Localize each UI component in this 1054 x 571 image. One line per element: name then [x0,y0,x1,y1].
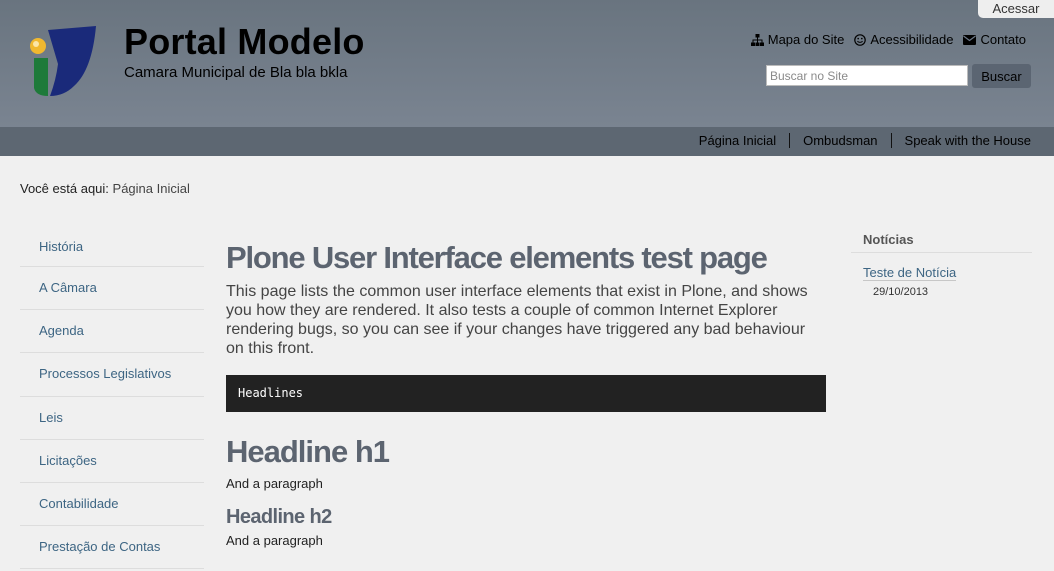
leftnav-item-licitacoes[interactable]: Licitações [20,440,204,483]
sitemap-icon [750,33,764,46]
headline-h2: Headline h2 [226,506,332,528]
main-content: Plone User Interface elements test page … [226,240,826,548]
leftnav-item-prestacao[interactable]: Prestação de Contas [20,526,204,570]
page-title: Plone User Interface elements test page [226,240,768,275]
site-header: Acessar Portal Modelo Camara Municipal d… [0,0,1054,127]
site-action-label: Mapa do Site [767,32,845,47]
site-actions: Mapa do Site Acessibilidade Contato [750,32,1026,47]
news-item-link[interactable]: Teste de Notícia [863,265,957,281]
left-navigation: História A Câmara Agenda Processos Legis… [20,226,204,570]
news-portlet: Notícias Teste de Notícia 29/10/2013 [851,226,1032,298]
nav-item-ombudsman[interactable]: Ombudsman [789,133,890,148]
portal-logo[interactable] [26,24,98,98]
breadcrumb-item-home[interactable]: Página Inicial [113,181,190,196]
leftnav-item-agenda[interactable]: Agenda [20,310,204,354]
smiley-icon [854,33,867,46]
leftnav-item-processos[interactable]: Processos Legislativos [20,353,204,397]
search-input[interactable] [766,65,968,86]
leftnav-item-camara[interactable]: A Câmara [20,267,204,311]
portlet-title[interactable]: Notícias [851,226,1032,253]
site-title[interactable]: Portal Modelo [124,21,365,63]
site-action-contact[interactable]: Contato [963,32,1026,47]
leftnav-item-contabilidade[interactable]: Contabilidade [20,483,204,527]
site-action-label: Acessibilidade [870,32,954,47]
site-action-label: Contato [980,32,1026,47]
breadcrumb: Você está aqui: Página Inicial [20,181,190,196]
envelope-icon [963,34,977,45]
leftnav-item-historia[interactable]: História [20,226,204,267]
login-link[interactable]: Acessar [978,0,1054,18]
breadcrumb-prefix: Você está aqui: [20,181,109,196]
code-block: Headlines [226,375,826,412]
page-description: This page lists the common user interfac… [226,283,808,357]
site-subtitle: Camara Municipal de Bla bla bkla [124,64,348,81]
search-button[interactable]: Buscar [972,64,1031,88]
site-action-accessibility[interactable]: Acessibilidade [854,32,953,47]
site-action-sitemap[interactable]: Mapa do Site [750,32,845,47]
paragraph: And a paragraph [226,476,323,491]
nav-item-speak[interactable]: Speak with the House [890,133,1031,148]
paragraph: And a paragraph [226,533,323,548]
leftnav-item-leis[interactable]: Leis [20,397,204,440]
nav-item-home[interactable]: Página Inicial [686,133,789,148]
headline-h1: Headline h1 [226,434,390,469]
news-item-date: 29/10/2013 [873,286,929,298]
global-nav: Página Inicial Ombudsman Speak with the … [0,127,1054,156]
